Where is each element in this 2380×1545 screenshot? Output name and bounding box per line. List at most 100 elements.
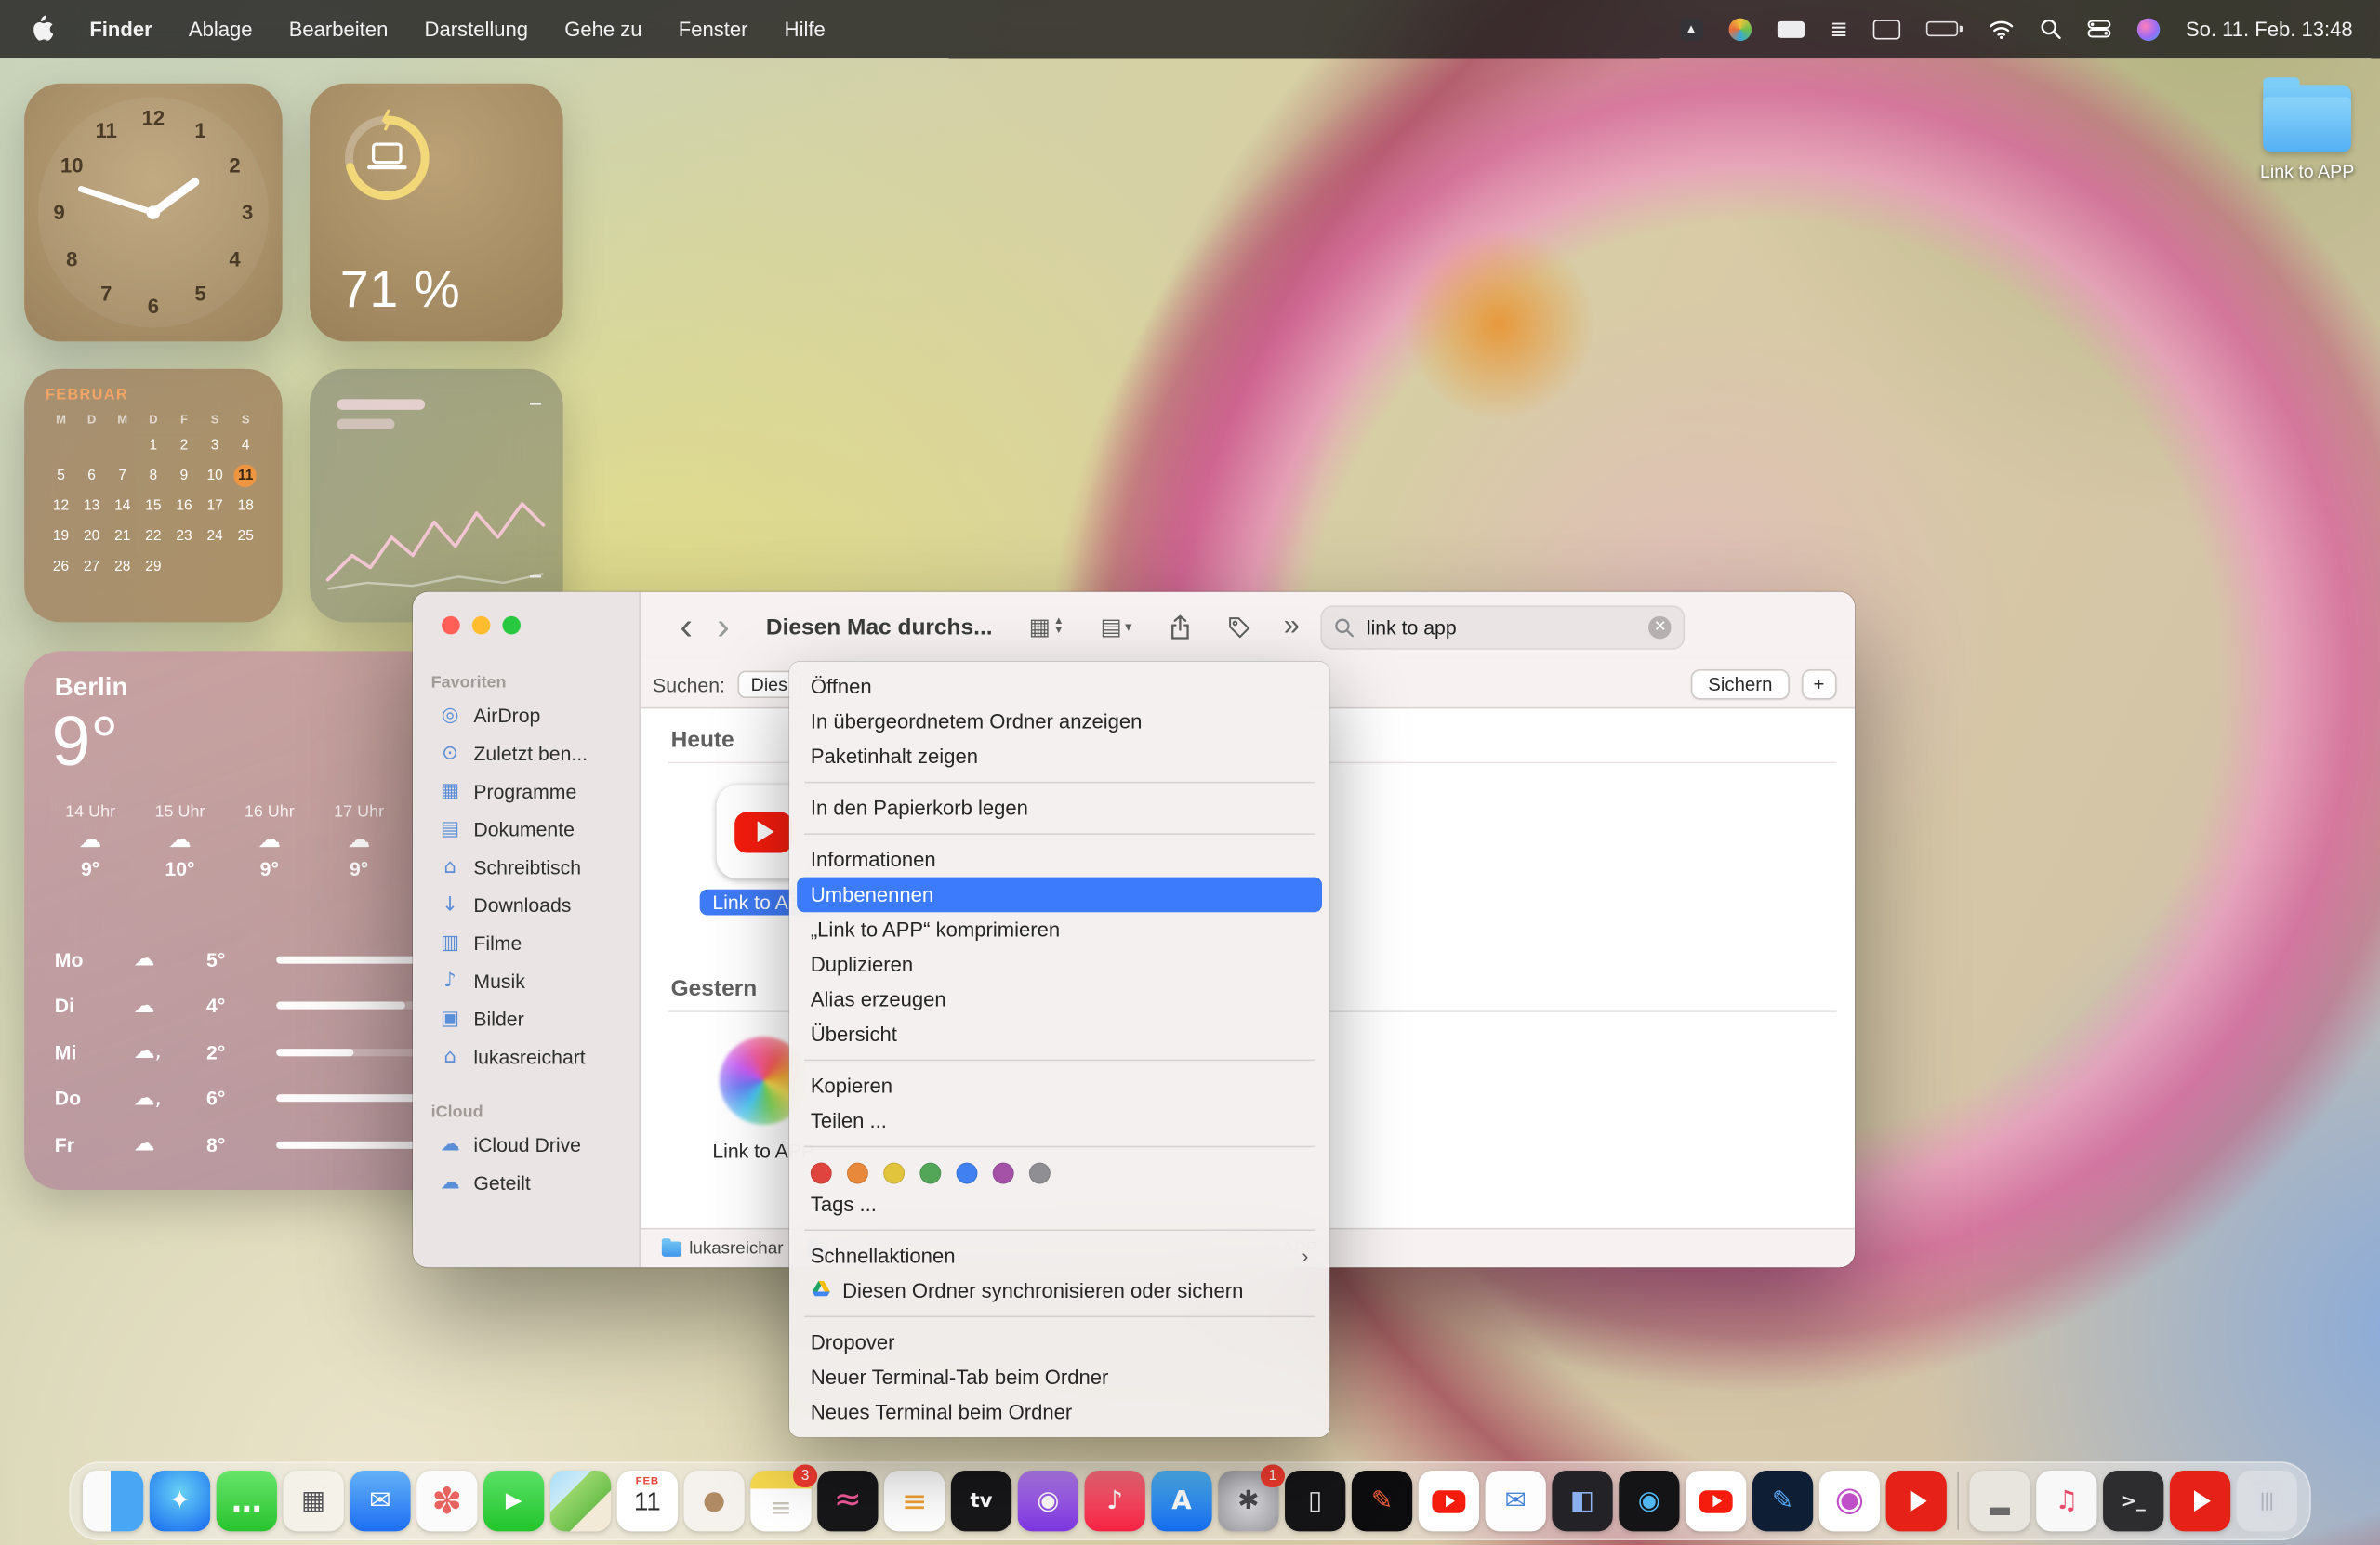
menubar-clock[interactable]: So. 11. Feb. 13:48 [2186,18,2359,40]
battery-widget[interactable]: 71 % [310,84,563,342]
tag-color-green[interactable] [919,1163,941,1184]
dock-facetime[interactable]: ▶ [483,1471,544,1531]
spotlight-icon[interactable] [2040,19,2061,40]
menubar-menu-ablage[interactable]: Ablage [170,18,271,40]
menu-item-öffnen[interactable]: Öffnen [797,669,1322,705]
menu-item-dropover[interactable]: Dropover [797,1325,1322,1360]
sidebar-item-airdrop[interactable]: ◎AirDrop [422,696,630,734]
menu-item-tags[interactable]: Tags ... [797,1187,1322,1222]
dock-app-store[interactable]: A [1151,1471,1211,1531]
sidebar-item-bilder[interactable]: ▣Bilder [422,1000,630,1038]
control-center-icon[interactable] [2087,20,2111,38]
sidebar-item-icloud-drive[interactable]: ☁iCloud Drive [422,1126,630,1164]
menu-item-in-übergeordnetem-ordner-anzeigen[interactable]: In übergeordnetem Ordner anzeigen [797,705,1322,740]
sidebar-item-programme[interactable]: ▦Programme [422,772,630,811]
stack-icon[interactable]: ≣ [1830,19,1847,40]
dock-youtube-3[interactable] [1886,1471,1947,1531]
dock-design-app[interactable]: ✎ [1352,1471,1412,1531]
path-item-lukasreichar[interactable]: lukasreichar [662,1239,784,1258]
dock-messages[interactable]: … [217,1471,277,1531]
sidebar-item-lukasreichart[interactable]: ⌂lukasreichart [422,1038,630,1076]
dock-mimestream[interactable]: ✉ [1486,1471,1546,1531]
dock-photos[interactable]: ✽ [416,1471,477,1531]
sidebar-item-musik[interactable]: ♪Musik [422,962,630,1000]
minimize-button[interactable] [472,616,491,635]
tag-color-yellow[interactable] [883,1163,905,1184]
close-button[interactable] [442,616,460,635]
search-field[interactable]: ✕ [1321,605,1686,649]
zoom-button[interactable] [502,616,521,635]
display-icon[interactable] [1873,19,1900,38]
menubar-menu-darstellung[interactable]: Darstellung [406,18,547,40]
menu-item-schnellaktionen[interactable]: Schnellaktionen› [797,1238,1322,1274]
dock-finder[interactable] [83,1471,143,1531]
view-switcher-icon[interactable]: ▦▲▼ [1029,614,1064,640]
sidebar-item-dokumente[interactable]: ▤Dokumente [422,811,630,849]
menu-item-duplizieren[interactable]: Duplizieren [797,947,1322,983]
dock-music-thumb[interactable]: ♫ [2036,1471,2096,1531]
menu-item-diesen-ordner-synchronisieren-oder-sichern[interactable]: Diesen Ordner synchronisieren oder siche… [797,1274,1322,1309]
menu-item-in-den-papierkorb-legen[interactable]: In den Papierkorb legen [797,791,1322,826]
menu-item-umbenennen[interactable]: Umbenennen [797,878,1322,913]
menu-item-paketinhalt-zeigen[interactable]: Paketinhalt zeigen [797,739,1322,774]
add-criteria-button[interactable]: + [1801,669,1836,700]
forward-button[interactable]: › [705,608,742,646]
sidebar-item-schreibtisch[interactable]: ⌂Schreibtisch [422,849,630,887]
dock-terminal-thumb[interactable]: >_ [2103,1471,2163,1531]
calendar-widget[interactable]: FEBRUAR MDMDFSS 123456789101112131415161… [24,369,283,623]
back-button[interactable]: ‹ [668,608,705,646]
dock-screen-app[interactable]: ◉ [1619,1471,1679,1531]
dock-pencil-app[interactable]: ✎ [1752,1471,1813,1531]
dock-launchpad[interactable]: ▦ [283,1471,343,1531]
activity-widget[interactable]: – – [310,369,563,623]
tag-color-gray[interactable] [1029,1163,1051,1184]
dock-notes[interactable]: ≡3 [750,1471,811,1531]
menu-item-kopieren[interactable]: Kopieren [797,1068,1322,1103]
sidebar-item-filme[interactable]: ▥Filme [422,924,630,962]
dock-system-settings[interactable]: ✱1 [1218,1471,1278,1531]
menubar-menu-finder[interactable]: Finder [72,18,171,40]
tag-icon[interactable] [1227,615,1250,638]
tag-color-blue[interactable] [957,1163,978,1184]
dock-reminders[interactable]: ≡ [884,1471,945,1531]
dock-podcasts[interactable]: ◉ [1018,1471,1078,1531]
siri-icon[interactable] [2137,18,2160,40]
menu-item-alias-erzeugen[interactable]: Alias erzeugen [797,982,1322,1017]
sidebar-item-geteilt[interactable]: ☁Geteilt [422,1164,630,1202]
toolbar-overflow-icon[interactable]: » [1284,610,1300,643]
dock-iphone-mirroring[interactable]: ▯ [1285,1471,1345,1531]
dock-mail[interactable]: ✉ [350,1471,410,1531]
dock-trash[interactable] [2237,1471,2297,1531]
menu-item-link-to-app-komprimieren[interactable]: „Link to APP“ komprimieren [797,912,1322,947]
apple-menu[interactable] [21,15,72,42]
sidebar-item-zuletzt-ben[interactable]: ⊙Zuletzt ben... [422,734,630,772]
tag-color-purple[interactable] [993,1163,1014,1184]
tag-color-orange[interactable] [847,1163,868,1184]
extra-app-menu-icon[interactable]: ▲ [1680,18,1702,40]
wifi-icon[interactable] [1989,19,2015,38]
dock-utility-app[interactable]: ◧ [1552,1471,1612,1531]
dock-calendar[interactable]: FEB11 [617,1471,678,1531]
menubar-menu-fenster[interactable]: Fenster [660,18,766,40]
dock-window-thumb[interactable]: ▂ [1969,1471,2030,1531]
dock-safari[interactable]: ✦ [150,1471,210,1531]
menu-item-neues-terminal-beim-ordner[interactable]: Neues Terminal beim Ordner [797,1394,1322,1430]
save-search-button[interactable]: Sichern [1691,669,1789,700]
menubar-menu-hilfe[interactable]: Hilfe [766,18,843,40]
keyboard-icon[interactable] [1777,20,1804,37]
dock-color-app[interactable]: ◉ [1819,1471,1880,1531]
dock-youtube[interactable] [1419,1471,1479,1531]
group-by-icon[interactable]: ▤▾ [1101,614,1132,640]
dock-music[interactable]: ♪ [1085,1471,1145,1531]
bird-app-menu-icon[interactable] [1728,18,1751,40]
sidebar-item-downloads[interactable]: ↓Downloads [422,886,630,924]
dock-waveform-app[interactable]: ≈ [817,1471,878,1531]
dock-apple-tv[interactable]: tv [951,1471,1012,1531]
search-input[interactable] [1364,614,1640,640]
clear-search-icon[interactable]: ✕ [1649,615,1672,638]
share-icon[interactable] [1169,614,1191,640]
menu-item-neuer-terminal-tab-beim-ordner[interactable]: Neuer Terminal-Tab beim Ordner [797,1360,1322,1395]
menubar-menu-gehe-zu[interactable]: Gehe zu [547,18,661,40]
menu-item-übersicht[interactable]: Übersicht [797,1017,1322,1052]
menu-item-teilen[interactable]: Teilen ... [797,1103,1322,1139]
